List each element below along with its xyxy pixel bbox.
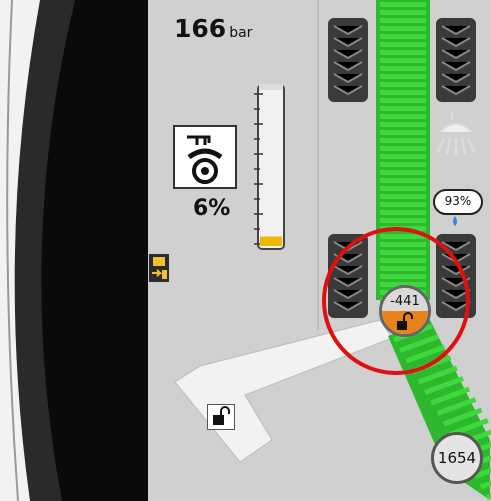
boom-unlock-icon[interactable] [207,404,235,430]
machine-display: 166 bar 6% 93% -441 1654 [0,0,491,501]
bottom-counter-dial[interactable]: 1654 [431,432,483,484]
shower-icon [437,112,475,156]
wheel-front-left [328,18,368,102]
unlock-icon[interactable] [382,311,428,334]
top-counter-value: -441 [382,288,428,311]
humidity-badge: 93% [433,189,483,215]
droplet-icon [453,216,457,226]
top-counter-dial[interactable]: -441 [379,285,431,337]
pressure-value: 166 [174,14,227,43]
tank-level-percent: 6% [193,196,231,221]
pressure-unit: bar [229,25,253,41]
tractor-weight-icon[interactable] [173,125,237,189]
pressure-readout: 166 bar [174,14,252,43]
bottom-counter-value: 1654 [437,449,477,467]
tank-level-gauge [254,84,286,250]
humidity-value: 93% [444,194,472,208]
tool-switch-icon[interactable] [148,253,170,283]
wheel-front-right [436,18,476,102]
